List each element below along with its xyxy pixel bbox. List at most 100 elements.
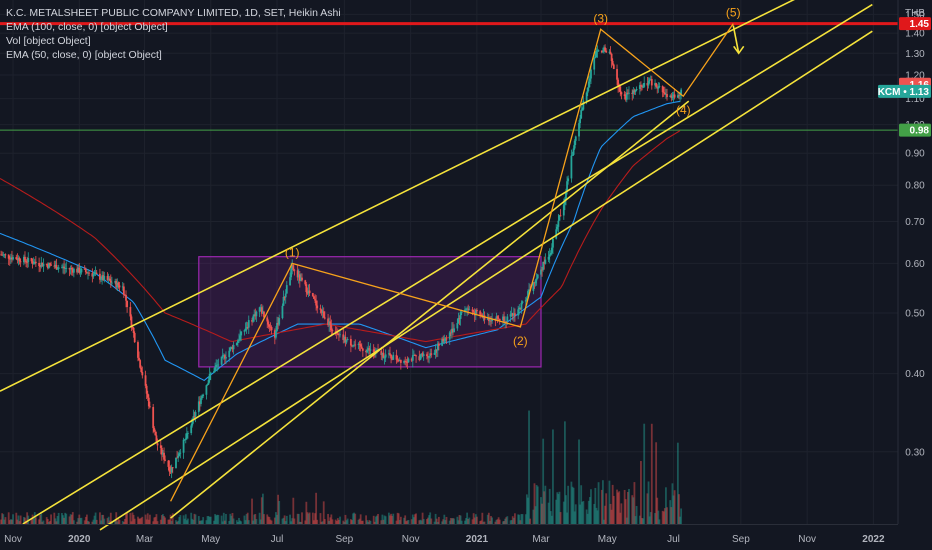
candle-body: [201, 396, 203, 399]
candle-body: [663, 92, 666, 95]
price-chart[interactable]: (1)(2)(3)(4)(5) THB0.300.400.500.600.700…: [0, 0, 932, 550]
candle-body: [520, 302, 523, 310]
candle-body: [331, 330, 334, 332]
candle-body: [587, 81, 590, 88]
candle-body: [567, 178, 570, 182]
volume-bar: [430, 518, 433, 524]
volume-bar: [559, 512, 562, 524]
volume-bar: [95, 519, 98, 524]
legend-volume[interactable]: Vol [object Object]: [6, 34, 341, 48]
volume-bar: [293, 518, 296, 524]
candle-body: [122, 286, 125, 295]
volume-bar: [673, 490, 676, 524]
volume-bar: [384, 516, 387, 524]
candle-body: [313, 296, 315, 299]
candle-body: [118, 285, 121, 288]
candle-body: [225, 357, 227, 359]
volume-bar: [118, 519, 121, 524]
candle-body: [552, 238, 554, 248]
candle-body: [238, 340, 240, 341]
volume-bar: [187, 518, 189, 524]
candle-body: [548, 254, 551, 257]
volume-bar: [270, 520, 273, 524]
volume-bar: [301, 512, 303, 524]
volume-bar: [422, 518, 425, 524]
volume-bar: [650, 423, 653, 524]
candle-body: [78, 267, 81, 273]
candle-body: [311, 293, 314, 297]
candle-body: [346, 338, 349, 341]
volume-bar: [331, 519, 334, 524]
candle-body: [322, 311, 325, 318]
candle-body: [496, 316, 499, 319]
candle-body: [642, 86, 645, 88]
y-tick-label: 0.80: [905, 181, 925, 192]
volume-bar: [4, 517, 7, 524]
volume-bar: [521, 514, 524, 524]
volume-bar: [640, 461, 642, 524]
candle-body: [395, 354, 398, 360]
candle-body: [129, 307, 132, 317]
candle-body: [55, 264, 58, 270]
candle-body: [617, 79, 620, 86]
candle-body: [411, 355, 414, 361]
candle-body: [243, 330, 246, 332]
candle-body: [475, 309, 478, 312]
candle-body: [392, 354, 395, 360]
candle-body: [399, 359, 402, 363]
candle-body: [573, 140, 576, 149]
legend-ema100[interactable]: EMA (100, close, 0) [object Object]: [6, 20, 341, 34]
candle-body: [149, 406, 151, 408]
x-tick-label: 2021: [466, 534, 489, 545]
last-price-tag-text: KCM • 1.13: [878, 87, 930, 98]
candle-body: [453, 328, 455, 333]
candle-body: [354, 344, 357, 346]
volume-bar: [643, 423, 646, 524]
candle-body: [465, 309, 467, 311]
candle-body: [407, 358, 410, 363]
volume-bar: [369, 520, 372, 524]
candle-body: [479, 311, 482, 315]
candle-body: [657, 86, 660, 89]
volume-bar: [202, 517, 205, 524]
candle-body: [345, 340, 348, 343]
candle-body: [535, 278, 538, 281]
legend-ema50[interactable]: EMA (50, close, 0) [object Object]: [6, 48, 341, 62]
resistance-tag-text: 1.45: [910, 19, 930, 30]
volume-bar: [680, 508, 683, 524]
volume-bar: [225, 513, 227, 524]
candle-body: [544, 259, 547, 264]
candle-body: [31, 261, 34, 264]
candle-body: [445, 338, 448, 340]
volume-bar: [316, 519, 319, 524]
volume-bar: [392, 513, 395, 524]
candle-body: [184, 438, 187, 440]
candle-body: [532, 282, 535, 291]
candle-body: [597, 50, 600, 52]
candle-body: [619, 86, 622, 93]
candle-body: [4, 254, 7, 256]
volume-bar: [232, 518, 235, 524]
candle-body: [456, 323, 459, 329]
candle-body: [588, 78, 591, 82]
candle-body: [585, 92, 588, 101]
candle-body: [524, 300, 527, 302]
candle-body: [293, 269, 296, 271]
candle-body: [382, 352, 385, 358]
candle-body: [194, 412, 197, 417]
candle-body: [574, 136, 577, 141]
wave-label: (2): [513, 334, 528, 348]
candle-body: [390, 354, 392, 359]
volume-bar: [315, 492, 318, 524]
candle-body: [125, 294, 127, 301]
candle-body: [579, 118, 582, 124]
candle-body: [468, 309, 471, 311]
candle-body: [658, 86, 661, 87]
x-tick-label: Nov: [4, 534, 22, 545]
candle-body: [207, 380, 210, 385]
x-tick-label: Mar: [532, 534, 550, 545]
candle-body: [319, 308, 322, 310]
x-tick-label: 2022: [862, 534, 885, 545]
volume-bar: [103, 518, 106, 524]
candle-body: [154, 431, 157, 436]
